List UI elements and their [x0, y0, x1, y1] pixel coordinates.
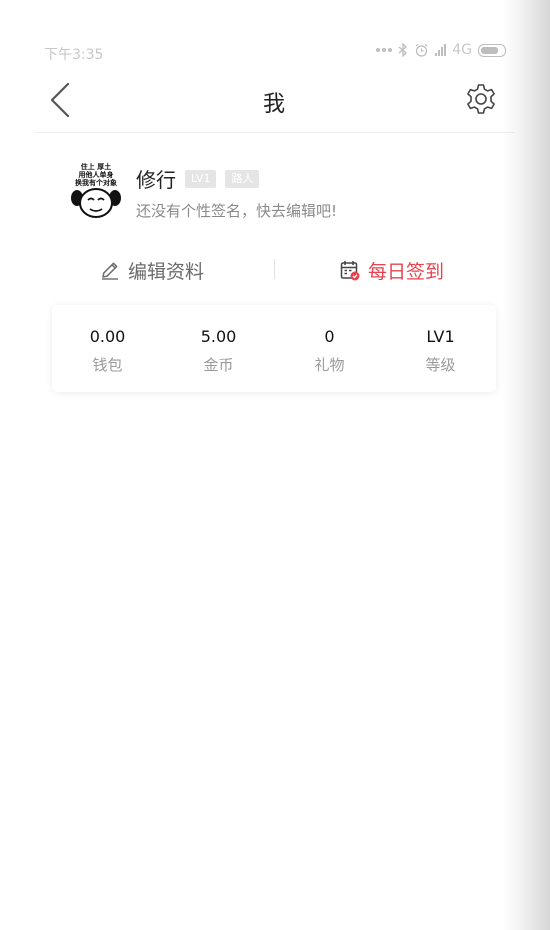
stat-value: 0 [324, 327, 335, 346]
edit-profile-button[interactable]: 编辑资料 [100, 250, 204, 290]
stats-card: 0.00 钱包 5.00 金币 0 礼物 LV1 等级 [52, 305, 496, 392]
battery-icon [478, 43, 506, 57]
stat-level[interactable]: LV1 等级 [385, 305, 496, 392]
stat-wallet[interactable]: 0.00 钱包 [52, 305, 163, 392]
avatar-caption-line-3: 换我有个对象 [75, 178, 117, 187]
daily-checkin-label: 每日签到 [368, 260, 445, 283]
status-icons: 4G [376, 42, 506, 58]
stat-coins[interactable]: 5.00 金币 [163, 305, 274, 392]
stat-value: LV1 [426, 327, 455, 346]
user-name: 修行 [136, 168, 176, 192]
daily-checkin-button[interactable]: 每日签到 [340, 250, 444, 290]
edit-profile-label: 编辑资料 [128, 260, 205, 283]
drawer-edge-shadow [502, 0, 550, 930]
stat-label: 钱包 [92, 356, 123, 374]
bluetooth-icon [398, 43, 408, 57]
name-row: 修行 LV1 路人 [136, 164, 260, 193]
calendar-check-icon [340, 260, 360, 280]
level-badge: LV1 [185, 169, 217, 188]
more-dots-icon [376, 48, 393, 52]
stat-label: 礼物 [314, 356, 345, 374]
settings-button[interactable] [464, 82, 498, 116]
role-badge: 路人 [225, 169, 260, 188]
page-title: 我 [262, 92, 285, 117]
stat-value: 5.00 [200, 327, 237, 346]
action-divider [274, 259, 275, 279]
profile-actions: 编辑资料 每日签到 [54, 250, 496, 290]
gear-icon [467, 84, 495, 114]
status-bar: 下午3:35 4G [44, 40, 506, 64]
alarm-icon [415, 43, 428, 57]
status-time: 下午3:35 [44, 47, 104, 63]
network-type: 4G [452, 42, 472, 58]
avatar-caption-line-2: 用他人单身 [79, 170, 114, 179]
signal-icon [435, 44, 447, 56]
stat-label: 等级 [425, 356, 456, 374]
avatar-caption-line-1: 住上 厚土 [81, 162, 111, 171]
stat-value: 0.00 [89, 327, 126, 346]
nav-bar: 我 [34, 70, 514, 133]
avatar[interactable]: 住上 厚土 用他人单身 换我有个对象 [68, 160, 124, 220]
stat-gifts[interactable]: 0 礼物 [274, 305, 385, 392]
stat-label: 金币 [203, 356, 234, 374]
pencil-icon [102, 262, 118, 280]
signature-text: 还没有个性签名，快去编辑吧! [136, 202, 338, 220]
profile-header[interactable]: 住上 厚土 用他人单身 换我有个对象 修行 LV1 路人 还没有个性签名，快去编… [68, 160, 488, 224]
